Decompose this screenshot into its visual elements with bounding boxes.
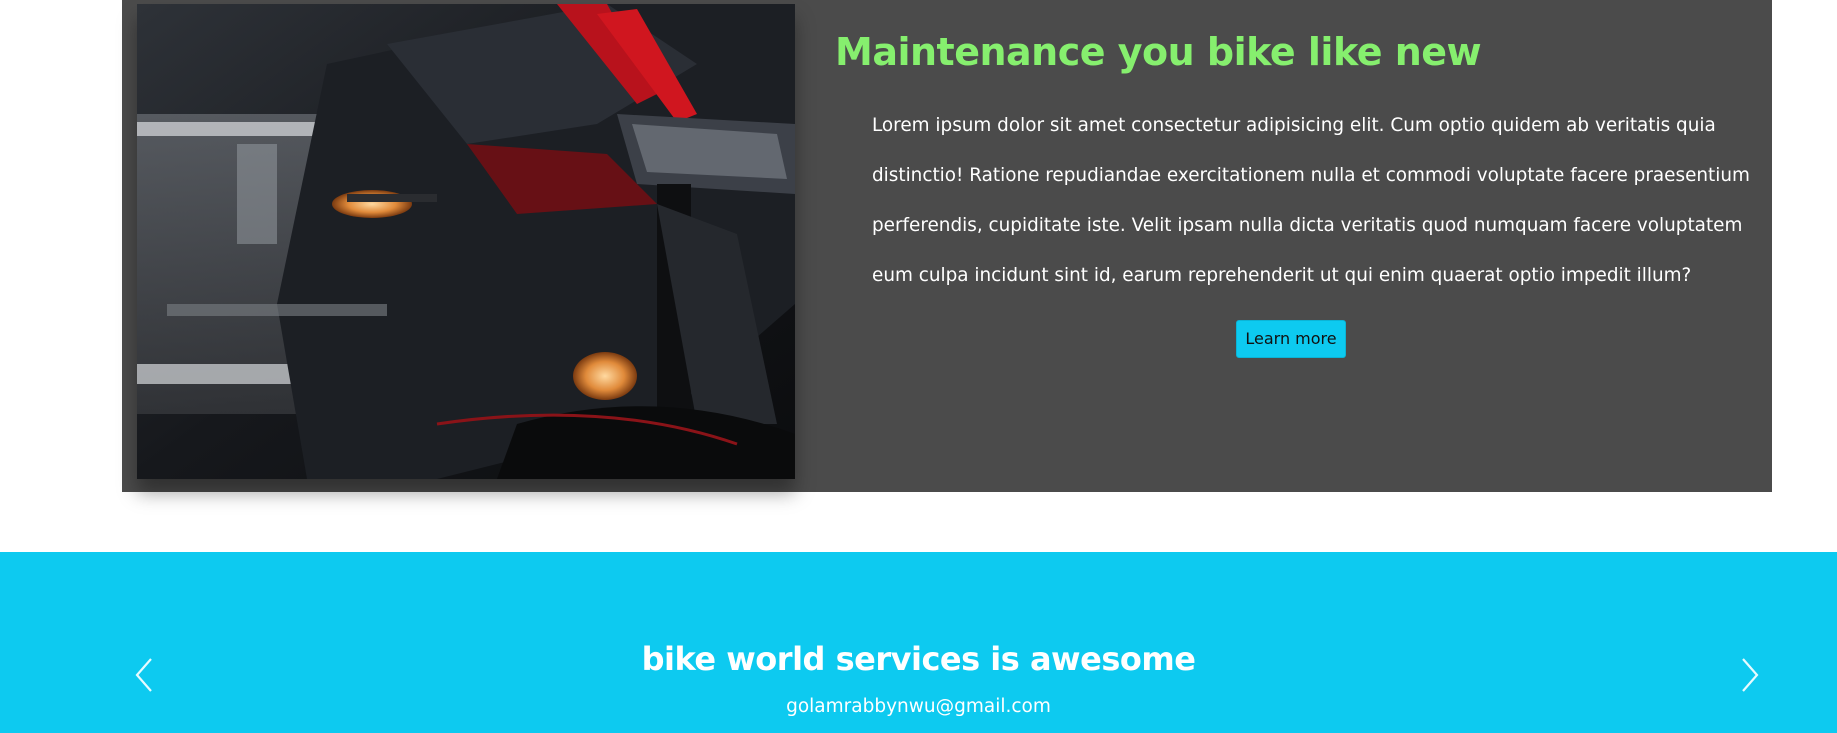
carousel-next-button[interactable] <box>1735 655 1765 695</box>
testimonial-title: bike world services is awesome <box>641 640 1196 678</box>
feature-title: Maintenance you bike like new <box>835 30 1482 74</box>
testimonial-carousel: bike world services is awesome golamrabb… <box>0 552 1837 733</box>
feature-description: Lorem ipsum dolor sit amet consectetur a… <box>872 115 1750 286</box>
feature-section: Maintenance you bike like new Lorem ipsu… <box>122 0 1772 492</box>
learn-more-button[interactable]: Learn more <box>1236 320 1346 358</box>
testimonial-email: golamrabbynwu@gmail.com <box>786 696 1051 717</box>
chevron-right-icon <box>1742 658 1759 692</box>
motorcycle-image <box>137 4 795 479</box>
